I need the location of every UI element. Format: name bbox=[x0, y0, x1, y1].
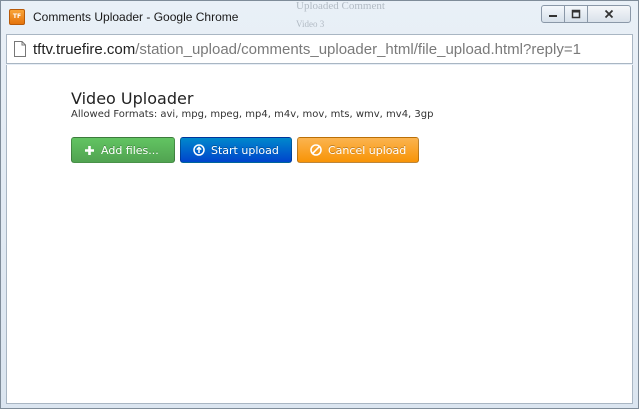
url-path: /station_upload/comments_uploader_html/f… bbox=[135, 40, 581, 58]
background-window-text: Uploaded Comment bbox=[296, 0, 385, 12]
url-domain: tftv.truefire.com bbox=[33, 40, 136, 58]
title-bar[interactable]: TF Comments Uploader - Google Chrome Upl… bbox=[1, 1, 638, 33]
ban-icon bbox=[310, 144, 322, 156]
upload-circle-icon bbox=[193, 144, 205, 156]
minimize-button[interactable] bbox=[541, 5, 565, 23]
maximize-button[interactable] bbox=[564, 5, 588, 23]
page-icon bbox=[13, 41, 27, 57]
window-title: Comments Uploader - Google Chrome bbox=[33, 10, 239, 24]
start-upload-label: Start upload bbox=[211, 143, 279, 157]
maximize-icon bbox=[571, 9, 581, 19]
cancel-upload-button[interactable]: Cancel upload bbox=[297, 137, 419, 163]
window-controls bbox=[541, 5, 631, 23]
close-button[interactable] bbox=[587, 5, 631, 23]
add-files-button[interactable]: Add files... bbox=[71, 137, 175, 163]
page-content: Video Uploader Allowed Formats: avi, mpg… bbox=[6, 65, 633, 404]
background-window-text-2: Video 3 bbox=[296, 19, 325, 29]
minimize-icon bbox=[549, 15, 557, 17]
cancel-upload-label: Cancel upload bbox=[328, 143, 407, 157]
add-files-label: Add files... bbox=[101, 143, 159, 157]
address-bar[interactable]: tftv.truefire.com/station_upload/comment… bbox=[6, 34, 633, 64]
upload-button-bar: Add files... Start upload Cancel upload bbox=[71, 137, 419, 163]
close-icon bbox=[604, 9, 614, 19]
start-upload-button[interactable]: Start upload bbox=[180, 137, 292, 163]
allowed-formats-text: Allowed Formats: avi, mpg, mpeg, mp4, m4… bbox=[71, 109, 434, 120]
url-text[interactable]: tftv.truefire.com/station_upload/comment… bbox=[33, 41, 581, 58]
page-title: Video Uploader bbox=[71, 89, 194, 108]
browser-window: TF Comments Uploader - Google Chrome Upl… bbox=[0, 0, 639, 409]
app-icon: TF bbox=[9, 9, 25, 25]
plus-icon bbox=[84, 145, 95, 156]
